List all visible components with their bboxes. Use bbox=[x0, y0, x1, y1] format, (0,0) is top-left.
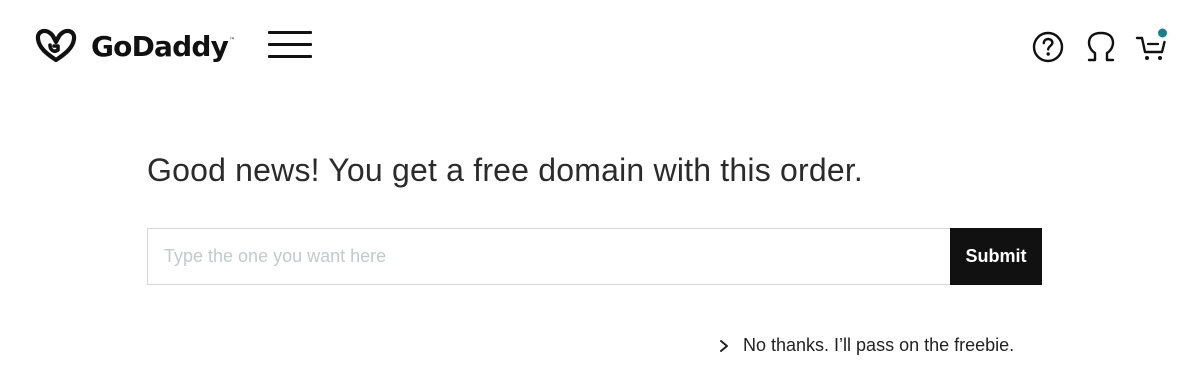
cart-badge bbox=[1158, 28, 1167, 38]
submit-button[interactable]: Submit bbox=[950, 228, 1042, 285]
domain-search-input[interactable] bbox=[147, 228, 950, 285]
cart-icon[interactable] bbox=[1135, 27, 1169, 61]
chevron-right-icon bbox=[720, 339, 728, 352]
godaddy-logo-link[interactable]: GoDaddy™ bbox=[33, 25, 235, 67]
brand-name: GoDaddy™ bbox=[91, 30, 235, 63]
free-domain-form: Submit bbox=[147, 228, 1042, 285]
decline-label: No thanks. I’ll pass on the freebie. bbox=[743, 335, 1015, 355]
godaddy-logo-icon bbox=[35, 28, 77, 63]
account-icon[interactable] bbox=[1084, 30, 1118, 64]
site-header: GoDaddy™ bbox=[0, 0, 1200, 92]
decline-freebie-link[interactable]: No thanks. I’ll pass on the freebie. bbox=[718, 335, 1014, 356]
help-icon[interactable] bbox=[1031, 30, 1065, 64]
hamburger-menu-icon[interactable] bbox=[268, 31, 312, 59]
promo-heading: Good news! You get a free domain with th… bbox=[147, 152, 864, 188]
